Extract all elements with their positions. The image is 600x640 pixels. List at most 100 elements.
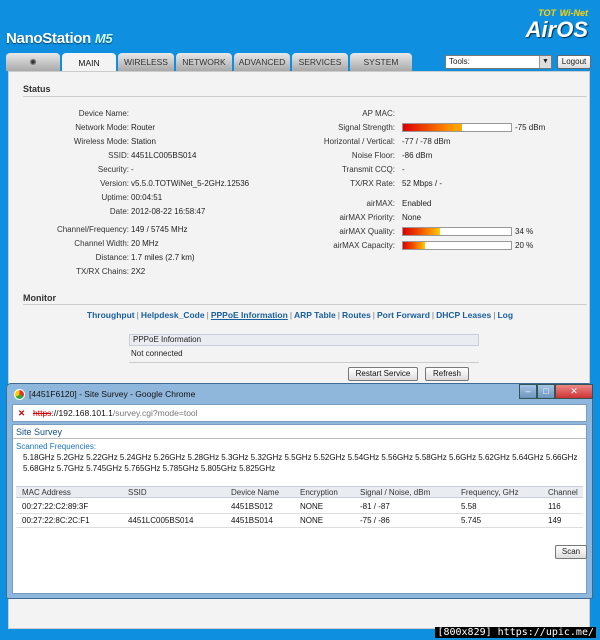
status-value: - — [131, 165, 134, 174]
refresh-button[interactable]: Refresh — [425, 367, 469, 381]
divider — [23, 304, 587, 305]
status-label: Wireless Mode: — [73, 137, 129, 146]
status-value: Station — [131, 137, 156, 146]
meter-fill — [403, 228, 440, 235]
scanned-frequencies-list: 5.18GHz 5.2GHz 5.22GHz 5.24GHz 5.26GHz 5… — [23, 453, 578, 473]
table-cell: 4451LC005BS014 — [128, 516, 194, 525]
column-header[interactable]: SSID — [128, 487, 147, 498]
tab-services[interactable]: SERVICES — [292, 53, 348, 71]
monitor-link-arp-table[interactable]: ARP Table — [294, 310, 336, 320]
restart-service-button[interactable]: Restart Service — [348, 367, 418, 381]
maximize-button[interactable]: □ — [537, 384, 555, 399]
column-header[interactable]: Signal / Noise, dBm — [360, 487, 430, 498]
site-survey-window: [4451F6120] - Site Survey - Google Chrom… — [6, 383, 593, 599]
table-cell: -75 / -86 — [360, 516, 390, 525]
table-cell: 00:27:22:8C:2C:F1 — [22, 516, 90, 525]
brand-logo: NanoStation M5 — [6, 30, 113, 47]
monitor-link-pppoe-information[interactable]: PPPoE Information — [211, 310, 288, 320]
divider — [16, 513, 583, 514]
level-meter — [402, 241, 512, 250]
status-value: -77 / -78 dBm — [402, 137, 451, 146]
monitor-link-port-forward[interactable]: Port Forward — [377, 310, 430, 320]
tab-main[interactable]: MAIN — [62, 53, 116, 72]
link-separator: | — [206, 310, 209, 320]
logout-button[interactable]: Logout — [557, 55, 591, 69]
pppoe-status: Not connected — [131, 349, 183, 358]
column-header[interactable]: Device Name — [231, 487, 279, 498]
column-header[interactable]: MAC Address — [22, 487, 71, 498]
table-row[interactable]: 00:27:22:8C:2C:F1 4451LC005BS014 4451BS014… — [16, 515, 583, 527]
status-value: 00:04:51 — [131, 193, 163, 202]
meter-fill — [403, 242, 425, 249]
tools-select[interactable]: Tools: ▼ — [445, 55, 552, 69]
status-value: 2X2 — [131, 267, 146, 276]
status-label: Horizontal / Vertical: — [323, 137, 395, 146]
status-value: -75 dBm — [515, 123, 546, 132]
table-row[interactable]: 00:27:22:C2:89:3F 4451BS012 NONE -81 / -87 5… — [16, 501, 583, 513]
tab-system[interactable]: SYSTEM — [350, 53, 412, 71]
divider — [23, 96, 587, 97]
status-label: airMAX Capacity: — [333, 241, 395, 250]
status-label: Signal Strength: — [338, 123, 395, 132]
tab-network[interactable]: NETWORK — [176, 53, 232, 71]
status-label: SSID: — [108, 151, 129, 160]
status-label: Transmit CCQ: — [341, 165, 395, 174]
address-bar[interactable]: ✕ https://192.168.101.1/survey.cgi?mode=… — [12, 404, 587, 422]
tab-wireless[interactable]: WIRELESS — [118, 53, 174, 71]
status-value: -86 dBm — [402, 151, 433, 160]
divider — [13, 438, 586, 439]
column-header[interactable]: Channel — [548, 487, 578, 498]
status-label: Distance: — [95, 253, 129, 262]
table-cell: NONE — [300, 502, 324, 511]
link-separator: | — [136, 310, 139, 320]
status-label: airMAX Priority: — [339, 213, 395, 222]
status-label: Uptime: — [101, 193, 129, 202]
status-value: 34 % — [515, 227, 534, 236]
level-meter — [402, 123, 512, 132]
chrome-icon — [14, 389, 25, 400]
tab-advanced[interactable]: ADVANCED — [234, 53, 290, 71]
status-value: 149 / 5745 MHz — [131, 225, 188, 234]
airos-page: NanoStation M5 TOT Wi-Net AirOS ✺ MAIN WI… — [0, 0, 600, 640]
status-label: Security: — [97, 165, 129, 174]
scan-button[interactable]: Scan — [555, 545, 587, 559]
table-cell: 149 — [548, 516, 562, 525]
survey-heading: Site Survey — [16, 427, 63, 437]
monitor-link-dhcp-leases[interactable]: DHCP Leases — [436, 310, 491, 320]
status-value: 1.7 miles (2.7 km) — [131, 253, 195, 262]
status-label: Channel/Frequency: — [56, 225, 129, 234]
status-value: Enabled — [402, 199, 432, 208]
column-header[interactable]: Frequency, GHz — [461, 487, 519, 498]
window-title: [4451F6120] - Site Survey - Google Chrom… — [29, 389, 196, 399]
status-value: 52 Mbps / - — [402, 179, 443, 188]
monitor-link-log[interactable]: Log — [497, 310, 513, 320]
column-header[interactable]: Encryption — [300, 487, 338, 498]
monitor-link-routes[interactable]: Routes — [342, 310, 371, 320]
status-label: Channel Width: — [74, 239, 129, 248]
table-cell: 116 — [548, 502, 561, 511]
status-value: Router — [131, 123, 156, 132]
table-cell: 4451BS014 — [231, 516, 273, 525]
ubnt-logo-tab[interactable]: ✺ — [6, 53, 60, 71]
status-value: 4451LC005BS014 — [131, 151, 197, 160]
status-label: Device Name: — [78, 109, 129, 118]
status-label: Noise Floor: — [351, 151, 395, 160]
scanned-frequencies-label: Scanned Frequencies: — [16, 442, 97, 451]
status-label: Network Mode: — [75, 123, 129, 132]
table-cell: -81 / -87 — [360, 502, 390, 511]
link-separator: | — [493, 310, 496, 320]
status-value: None — [402, 213, 422, 222]
status-label: Version: — [100, 179, 129, 188]
status-heading: Status — [23, 84, 51, 94]
chevron-down-icon: ▼ — [539, 56, 551, 68]
monitor-link-throughput[interactable]: Throughput — [87, 310, 135, 320]
monitor-link-helpdesk-code[interactable]: Helpdesk_Code — [141, 310, 205, 320]
minimize-button[interactable]: – — [519, 384, 537, 399]
pppoe-header: PPPoE Information — [129, 334, 479, 346]
table-cell: 00:27:22:C2:89:3F — [22, 502, 89, 511]
survey-table-header: MAC Address SSID Device Name Encryption Sign… — [16, 486, 583, 498]
close-button[interactable]: ✕ — [555, 384, 593, 399]
status-label: TX/RX Chains: — [76, 267, 129, 276]
status-value: 20 % — [515, 241, 534, 250]
insecure-icon: ✕ — [18, 408, 26, 418]
